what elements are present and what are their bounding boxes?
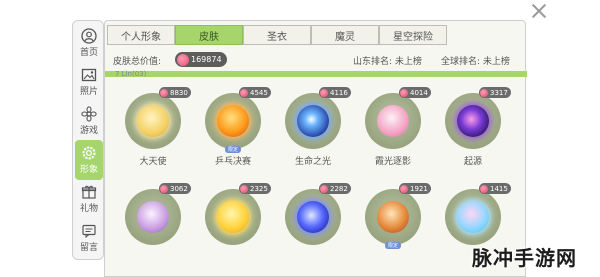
sidebar-item-games[interactable]: 游戏: [75, 101, 103, 141]
skin-orb: [297, 105, 329, 137]
total-value-pill: 169874: [175, 52, 227, 67]
skin-value: 8830: [170, 88, 188, 97]
skin-value-badge: 8830: [159, 87, 191, 98]
close-button[interactable]: [530, 2, 548, 20]
sidebar-item-gifts[interactable]: 礼物: [75, 179, 103, 219]
skin-panel: 个人形象 皮肤 圣衣 魔灵 星空探险 皮肤总价值: 169874 山东排名: 未…: [104, 20, 527, 277]
skin-orb: [377, 105, 409, 137]
global-rank: 全球排名: 未上榜: [441, 57, 510, 67]
skin-name: 霞光逐影: [374, 157, 411, 167]
skin-orb: [297, 201, 329, 233]
skin-orb: [137, 201, 169, 233]
photo-icon: [81, 68, 97, 82]
sidebar: 首页 照片 游戏 形象 礼物 留言: [72, 20, 104, 260]
sidebar-item-label: 形象: [79, 165, 98, 175]
total-value: 169874: [191, 55, 222, 64]
gear-icon: [82, 146, 96, 160]
skin-value: 4014: [410, 88, 428, 97]
flower-icon: [81, 106, 97, 122]
skin-card[interactable]: 3062: [113, 181, 193, 273]
gem-icon: [240, 184, 248, 193]
gem-icon: [480, 184, 488, 193]
total-value-label: 皮肤总价值:: [113, 57, 162, 67]
gem-icon: [320, 88, 328, 97]
sidebar-item-messages[interactable]: 留言: [75, 218, 103, 258]
tab-holy-cloth[interactable]: 圣衣: [243, 25, 311, 45]
gem-icon: [177, 53, 189, 66]
skin-stats: 皮肤总价值: 169874 山东排名: 未上榜 全球排名: 未上榜: [105, 49, 527, 71]
skin-value: 1415: [490, 184, 508, 193]
skin-card[interactable]: 限定 4545 乒乓决赛: [193, 85, 273, 177]
skin-orb: [137, 105, 169, 137]
message-icon: [82, 224, 96, 239]
sidebar-item-label: 首页: [79, 48, 98, 58]
skin-value-badge: 4116: [319, 87, 351, 98]
skin-name: 生命之光: [294, 157, 331, 167]
sidebar-item-label: 照片: [79, 87, 98, 97]
skin-value-badge: 4545: [239, 87, 271, 98]
skin-name: 起源: [463, 157, 482, 167]
gift-icon: [81, 185, 97, 199]
skin-card[interactable]: 2325: [193, 181, 273, 273]
skin-orb: [457, 105, 489, 137]
skin-value: 1921: [410, 184, 428, 193]
sidebar-item-label: 留言: [79, 243, 98, 253]
skin-value: 3317: [490, 88, 508, 97]
skin-value: 3062: [170, 184, 188, 193]
skin-orb: [217, 201, 249, 233]
skin-grid: 8830 大天使 限定 4545 乒乓决赛 4116 生命之光 4014 霞光逐…: [105, 85, 527, 277]
skin-value-badge: 3317: [479, 87, 511, 98]
skin-orb: [217, 105, 249, 137]
limited-tag: 限定: [225, 146, 241, 153]
skin-value-badge: 2282: [319, 183, 351, 194]
skin-card[interactable]: 8830 大天使: [113, 85, 193, 177]
divider-bar: [105, 71, 527, 77]
skin-orb: [457, 201, 489, 233]
skin-value-badge: 1921: [399, 183, 431, 194]
skin-orb: [377, 201, 409, 233]
skin-card[interactable]: 限定 1921: [353, 181, 433, 273]
site-watermark: 脉冲手游网: [472, 246, 577, 270]
skin-value: 2325: [250, 184, 268, 193]
tab-bar: 个人形象 皮肤 圣衣 魔灵 星空探险: [105, 21, 527, 47]
count-text: 7 Lin(03): [115, 70, 147, 78]
skin-name: 大天使: [139, 157, 167, 167]
user-circle-icon: [81, 28, 97, 44]
tab-personal-image[interactable]: 个人形象: [107, 25, 175, 45]
gem-icon: [480, 88, 488, 97]
skin-value-badge: 1415: [479, 183, 511, 194]
skin-value-badge: 4014: [399, 87, 431, 98]
gem-icon: [320, 184, 328, 193]
tab-skins[interactable]: 皮肤: [175, 25, 243, 45]
skin-value: 4545: [250, 88, 268, 97]
skin-value-badge: 3062: [159, 183, 191, 194]
skin-name: 乒乓决赛: [214, 157, 251, 167]
sidebar-item-label: 礼物: [79, 204, 98, 214]
tab-star-explore[interactable]: 星空探险: [379, 25, 447, 45]
province-rank: 山东排名: 未上榜: [353, 57, 422, 67]
skin-card[interactable]: 4116 生命之光: [273, 85, 353, 177]
skin-value-badge: 2325: [239, 183, 271, 194]
skin-value: 2282: [330, 184, 348, 193]
limited-tag: 限定: [385, 242, 401, 249]
skin-card[interactable]: 3317 起源: [433, 85, 513, 177]
tab-magic-spirit[interactable]: 魔灵: [311, 25, 379, 45]
gem-icon: [160, 88, 168, 97]
skin-card[interactable]: 4014 霞光逐影: [353, 85, 433, 177]
skin-value: 4116: [330, 88, 348, 97]
sidebar-item-label: 游戏: [79, 126, 98, 136]
sidebar-item-avatar[interactable]: 形象: [75, 140, 103, 180]
gem-icon: [400, 88, 408, 97]
skin-card[interactable]: 2282: [273, 181, 353, 273]
sidebar-item-home[interactable]: 首页: [75, 23, 103, 63]
gem-icon: [400, 184, 408, 193]
gem-icon: [160, 184, 168, 193]
gem-icon: [240, 88, 248, 97]
sidebar-item-photos[interactable]: 照片: [75, 62, 103, 102]
